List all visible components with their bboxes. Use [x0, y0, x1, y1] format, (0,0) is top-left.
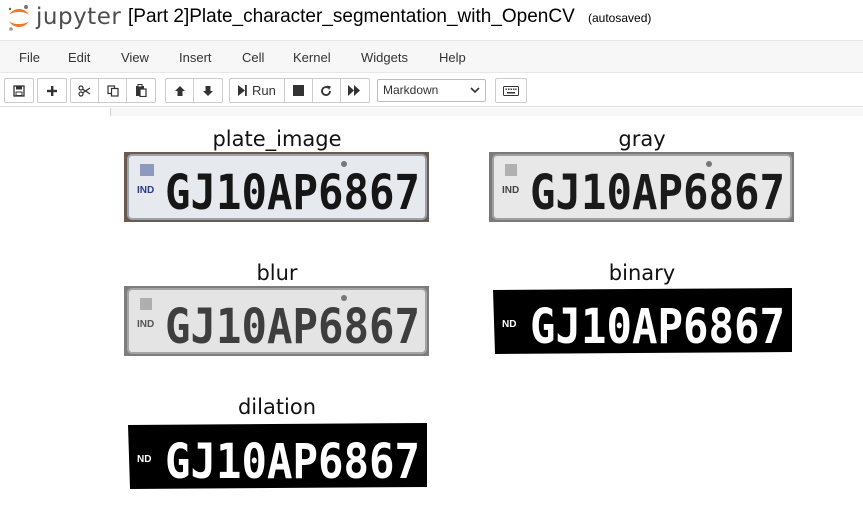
scissors-icon — [78, 84, 91, 97]
panel-title-blur: blur — [256, 261, 298, 285]
code-cell-fragment[interactable] — [110, 108, 863, 116]
plate-number-text: GJ10AP6867 — [165, 299, 420, 355]
refresh-icon — [321, 85, 332, 96]
plate-number-text: GJ10AP6867 — [165, 434, 420, 490]
move-down-button[interactable] — [194, 79, 222, 102]
plate-ind-label: IND — [137, 319, 154, 330]
menu-help[interactable]: Help — [439, 50, 466, 65]
stop-icon — [292, 85, 304, 96]
cell-type-select[interactable]: Markdown — [377, 79, 486, 102]
arrow-down-icon — [203, 85, 213, 96]
plate-ind-label: ND — [502, 319, 516, 330]
move-up-button[interactable] — [166, 79, 194, 102]
run-button-label: Run — [252, 83, 276, 98]
menu-widgets[interactable]: Widgets — [361, 50, 408, 65]
menu-cell[interactable]: Cell — [242, 50, 264, 65]
keyboard-icon — [503, 85, 519, 96]
jupyter-logo-icon — [8, 5, 29, 31]
dilation-image: ND GJ10AP6867 — [124, 421, 429, 491]
fast-forward-icon — [348, 85, 361, 96]
plate-svg: IND GJ10AP6867 — [489, 152, 794, 222]
toolbar-insert-group — [37, 78, 67, 103]
plate-svg: IND GJ10AP6867 — [124, 152, 429, 222]
menu-kernel[interactable]: Kernel — [293, 50, 331, 65]
plus-icon — [47, 85, 57, 96]
toolbar-run-group: Run — [229, 78, 370, 103]
panel-title-gray: gray — [618, 127, 666, 151]
plate-image: IND GJ10AP6867 — [124, 152, 429, 222]
menubar: File Edit View Insert Cell Kernel Widget… — [0, 40, 863, 73]
restart-run-all-button[interactable] — [341, 79, 369, 102]
notebook-container: plate_image IND GJ10AP6867 gray IND GJ10AP… — [0, 108, 863, 513]
insert-cell-button[interactable] — [38, 79, 66, 102]
plate-svg: IND GJ10AP6867 — [124, 286, 429, 356]
copy-button[interactable] — [99, 79, 127, 102]
paste-button[interactable] — [127, 79, 155, 102]
panel-title-plate-image: plate_image — [212, 127, 342, 151]
run-button[interactable]: Run — [230, 79, 285, 102]
step-forward-icon — [238, 85, 247, 96]
save-button[interactable] — [5, 79, 33, 102]
panel-title-dilation: dilation — [237, 395, 317, 419]
menu-insert[interactable]: Insert — [179, 50, 212, 65]
command-palette-button[interactable] — [495, 78, 527, 103]
binary-image: ND GJ10AP6867 — [489, 286, 794, 356]
toolbar-save-group — [4, 78, 34, 103]
plate-svg: ND GJ10AP6867 — [124, 421, 429, 491]
notebook-title[interactable]: [Part 2]Plate_character_segmentation_wit… — [128, 6, 575, 28]
plate-ind-label: IND — [137, 185, 154, 196]
menu-file[interactable]: File — [19, 50, 40, 65]
plate-number-text: GJ10AP6867 — [530, 165, 785, 221]
menu-view[interactable]: View — [121, 50, 149, 65]
jupyter-logo[interactable]: jupyter — [6, 3, 121, 33]
plate-ind-label: IND — [502, 185, 519, 196]
save-icon — [13, 84, 25, 97]
cut-button[interactable] — [71, 79, 99, 102]
notebook-header: jupyter [Part 2]Plate_character_segmenta… — [0, 0, 863, 36]
plate-number-text: GJ10AP6867 — [165, 165, 420, 221]
autosave-status: (autosaved) — [588, 11, 652, 25]
plate-ind-label: ND — [137, 454, 151, 465]
interrupt-kernel-button[interactable] — [285, 79, 313, 102]
panel-title-binary: binary — [608, 261, 676, 285]
restart-kernel-button[interactable] — [313, 79, 341, 102]
menu-edit[interactable]: Edit — [68, 50, 90, 65]
paste-icon — [136, 84, 147, 97]
toolbar-move-group — [165, 78, 223, 103]
blur-image: IND GJ10AP6867 — [124, 286, 429, 356]
arrow-up-icon — [174, 85, 185, 96]
jupyter-logo-text: jupyter — [36, 4, 122, 30]
chevron-down-icon — [470, 87, 480, 94]
cell-type-value: Markdown — [383, 83, 439, 97]
plate-number-text: GJ10AP6867 — [530, 299, 785, 355]
plate-svg: ND GJ10AP6867 — [489, 286, 794, 356]
toolbar-edit-group — [70, 78, 156, 103]
copy-icon — [106, 84, 119, 97]
gray-image: IND GJ10AP6867 — [489, 152, 794, 222]
